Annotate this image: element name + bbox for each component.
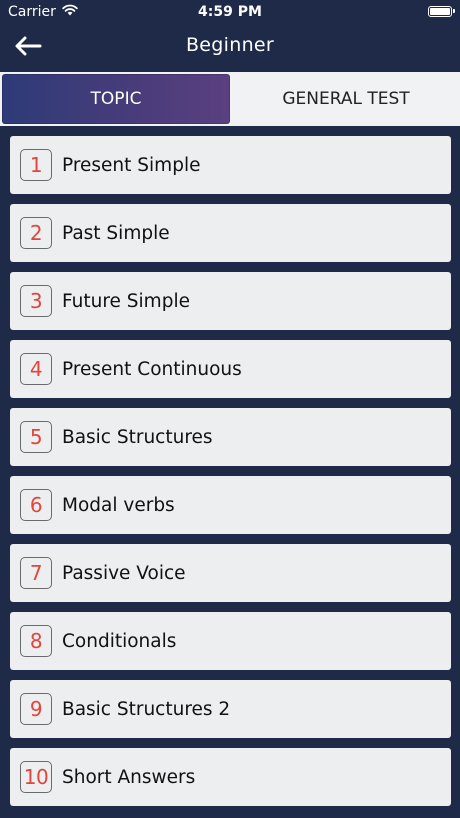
topic-label: Short Answers — [62, 766, 196, 788]
list-item[interactable]: 3 Future Simple — [10, 272, 451, 330]
list-item[interactable]: 5 Basic Structures — [10, 408, 451, 466]
list-item[interactable]: 8 Conditionals — [10, 612, 451, 670]
app-screen: Carrier 4:59 PM Beginner TOPIC GENERAL T… — [0, 0, 460, 818]
status-bar: Carrier 4:59 PM — [0, 0, 460, 24]
tab-topic[interactable]: TOPIC — [2, 74, 230, 124]
tab-topic-label: TOPIC — [90, 89, 142, 109]
topic-number-badge: 4 — [20, 353, 52, 385]
topic-label: Basic Structures — [62, 426, 213, 448]
tab-general-test[interactable]: GENERAL TEST — [232, 72, 460, 126]
topic-number-badge: 1 — [20, 149, 52, 181]
battery-level — [430, 8, 450, 15]
topic-label: Present Simple — [62, 154, 201, 176]
topic-label: Passive Voice — [62, 562, 186, 584]
segmented-tabs: TOPIC GENERAL TEST — [0, 72, 460, 126]
battery-icon — [428, 6, 455, 17]
topic-label: Basic Structures 2 — [62, 698, 231, 720]
topic-number-badge: 6 — [20, 489, 52, 521]
navigation-bar: Beginner — [0, 24, 460, 68]
topic-number-badge: 2 — [20, 217, 52, 249]
list-item[interactable]: 10 Short Answers — [10, 748, 451, 806]
list-item[interactable]: 9 Basic Structures 2 — [10, 680, 451, 738]
topic-label: Conditionals — [62, 630, 177, 652]
topic-label: Future Simple — [62, 290, 190, 312]
topic-number-badge: 9 — [20, 693, 52, 725]
list-item[interactable]: 1 Present Simple — [10, 136, 451, 194]
list-item[interactable]: 6 Modal verbs — [10, 476, 451, 534]
topic-number-badge: 10 — [20, 761, 52, 793]
topic-number-badge: 8 — [20, 625, 52, 657]
page-title: Beginner — [185, 34, 275, 56]
status-time: 4:59 PM — [198, 4, 262, 20]
topic-number-badge: 3 — [20, 285, 52, 317]
topic-label: Present Continuous — [62, 358, 242, 380]
topic-number-badge: 5 — [20, 421, 52, 453]
list-item[interactable]: 4 Present Continuous — [10, 340, 451, 398]
tab-general-test-label: GENERAL TEST — [282, 89, 410, 109]
topic-label: Past Simple — [62, 222, 170, 244]
list-item[interactable]: 7 Passive Voice — [10, 544, 451, 602]
topic-label: Modal verbs — [62, 494, 175, 516]
list-item[interactable]: 2 Past Simple — [10, 204, 451, 262]
topic-number-badge: 7 — [20, 557, 52, 589]
